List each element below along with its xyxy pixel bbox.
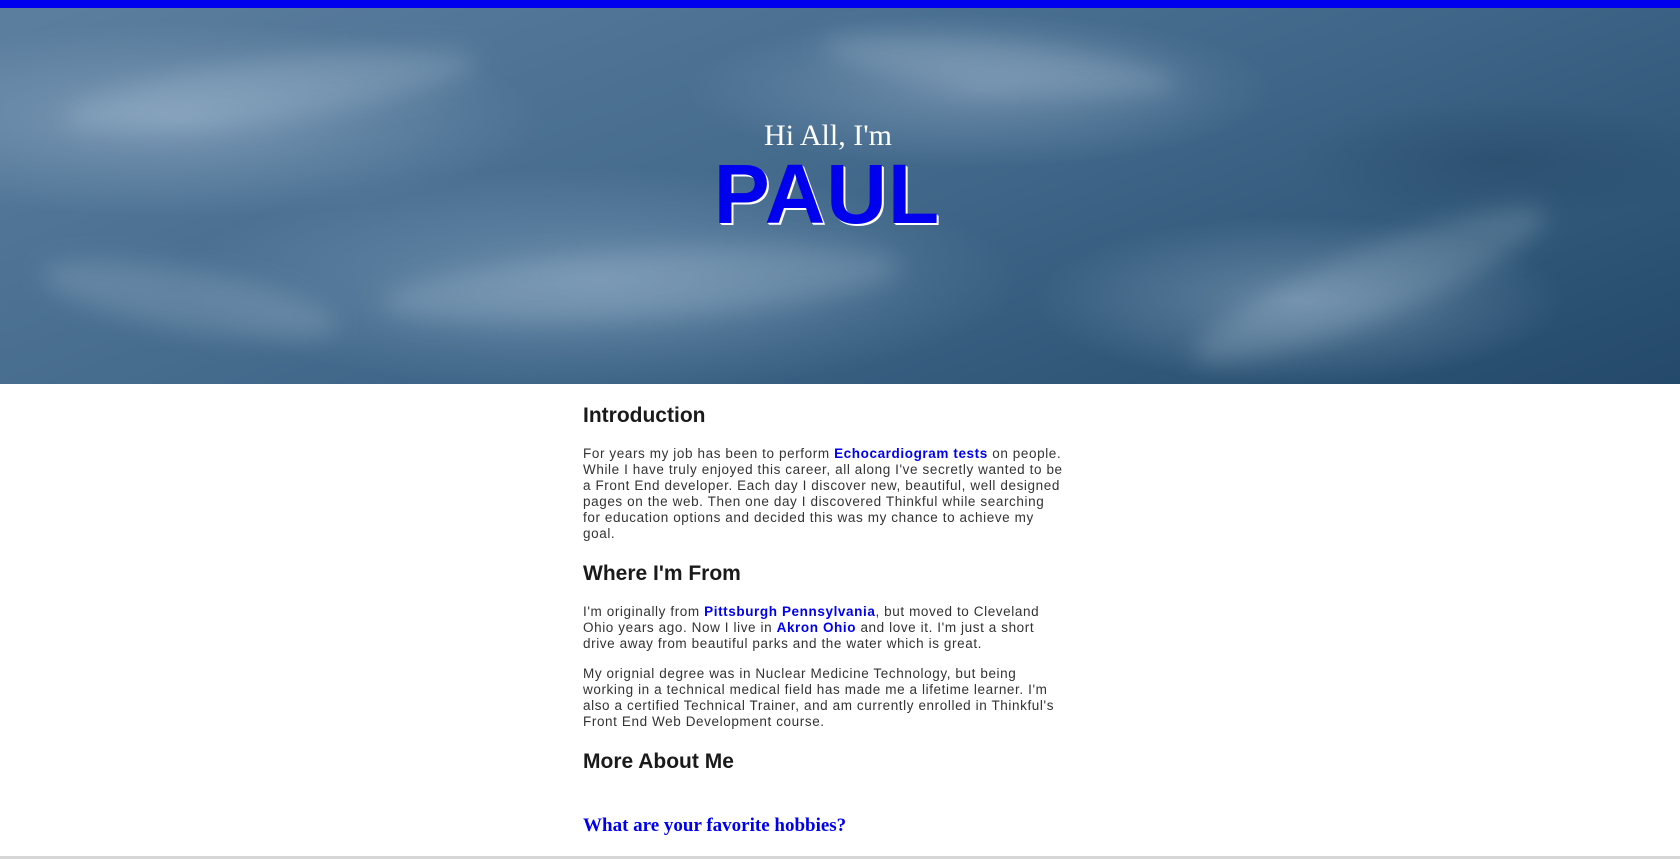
from-text-start: I'm originally from	[583, 604, 705, 619]
pittsburgh-link[interactable]: Pittsburgh Pennsylvania	[704, 604, 875, 619]
hero-text: Hi All, I'm PAUL	[0, 118, 1680, 241]
main-content: Introduction For years my job has been t…	[583, 384, 1063, 838]
introduction-heading: Introduction	[583, 404, 706, 427]
introduction-section: Introduction For years my job has been t…	[583, 402, 1063, 542]
hero-banner: Hi All, I'm PAUL	[0, 0, 1680, 384]
top-accent-bar	[0, 0, 1680, 8]
where-from-heading: Where I'm From	[583, 562, 741, 585]
cloud-streak	[37, 244, 343, 356]
more-about-heading: More About Me	[583, 750, 734, 773]
echocardiogram-link[interactable]: Echocardiogram tests	[834, 446, 988, 461]
hero-name: PAUL	[713, 147, 941, 241]
degree-paragraph: My orignial degree was in Nuclear Medici…	[583, 666, 1055, 729]
where-from-paragraph: I'm originally from Pittsburgh Pennsylva…	[583, 604, 1063, 652]
akron-link[interactable]: Akron Ohio	[777, 620, 857, 635]
where-from-section: Where I'm From I'm originally from Pitts…	[583, 560, 1063, 730]
hobbies-question: What are your favorite hobbies?	[583, 815, 847, 836]
cloud-streak	[378, 231, 902, 339]
intro-text-start: For years my job has been to perform	[583, 446, 835, 461]
more-about-section: More About Me What are your favorite hob…	[583, 748, 1063, 838]
introduction-paragraph: For years my job has been to perform Ech…	[583, 446, 1063, 542]
cloud-streak	[818, 21, 1182, 109]
